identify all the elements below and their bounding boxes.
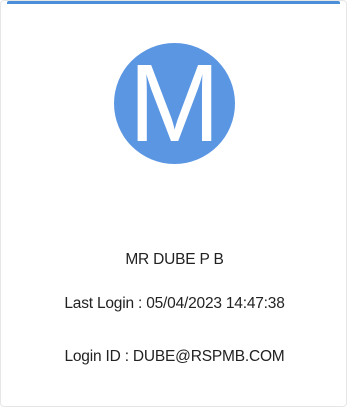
avatar: M xyxy=(114,43,235,164)
card-top-accent xyxy=(7,1,340,4)
profile-card: M MR DUBE P B Last Login : 05/04/2023 14… xyxy=(0,0,347,407)
login-id-text: Login ID : DUBE@RSPMB.COM xyxy=(64,348,285,365)
last-login-text: Last Login : 05/04/2023 14:47:38 xyxy=(64,295,285,312)
user-name: MR DUBE P B xyxy=(125,251,224,268)
